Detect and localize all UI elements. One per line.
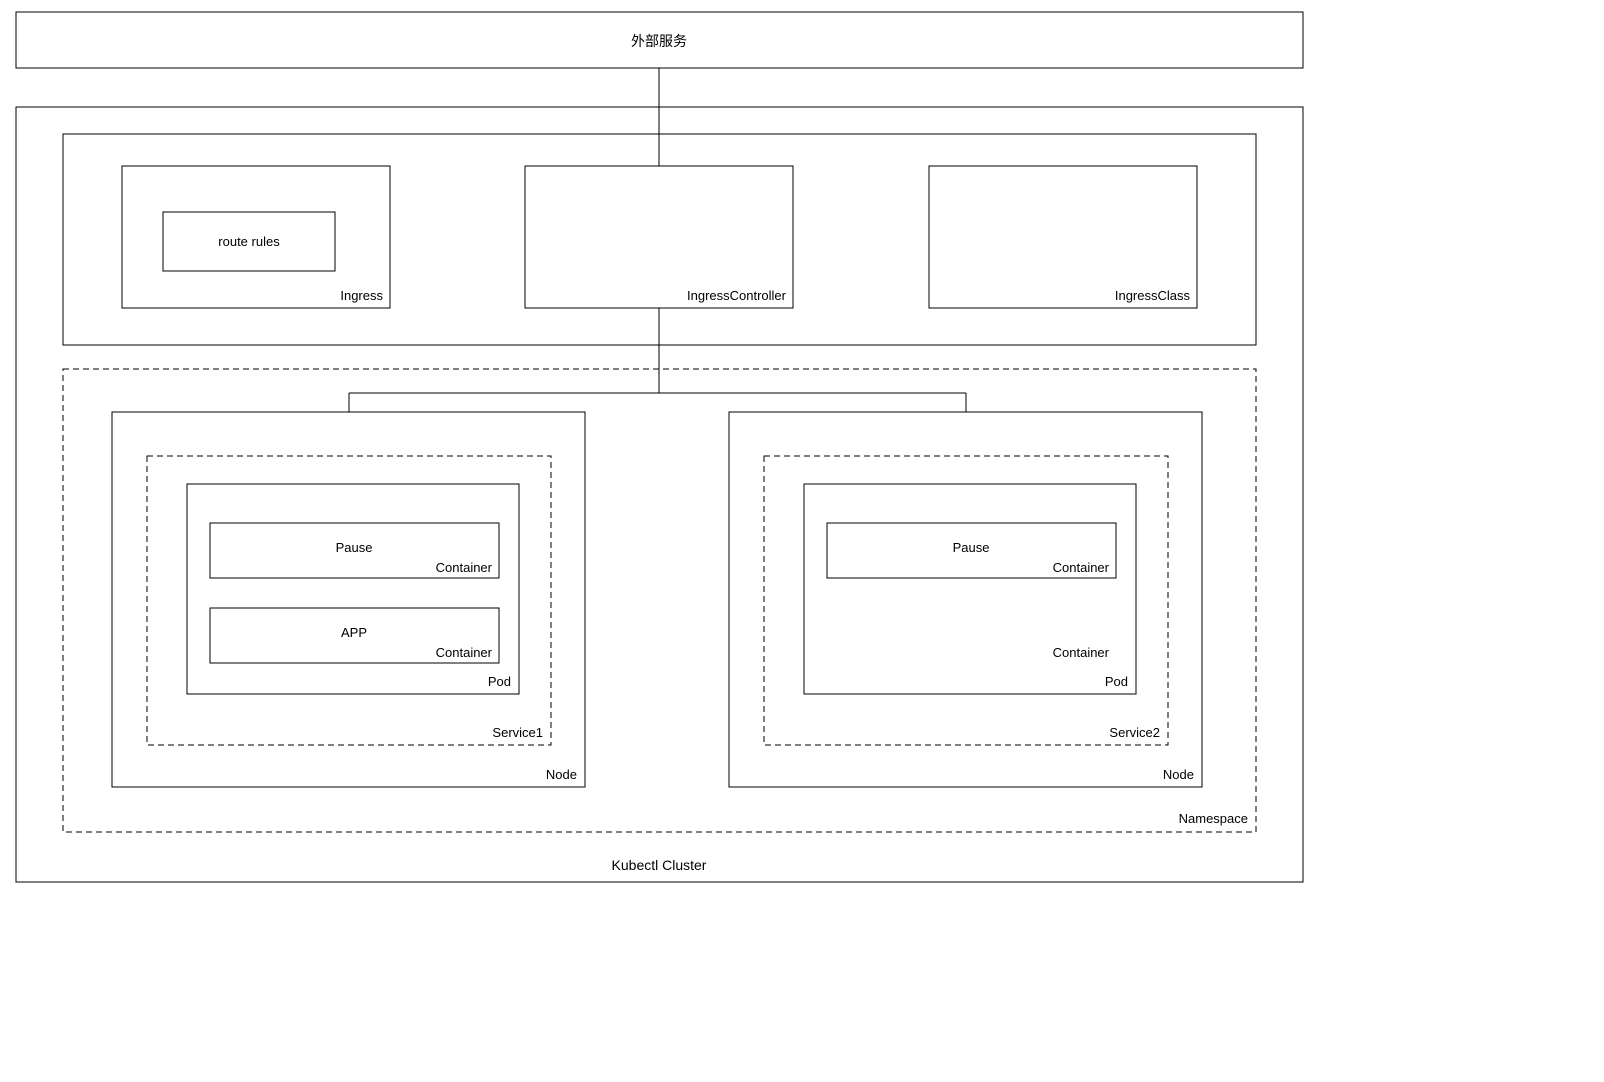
right-pod-label: Pod — [1105, 674, 1128, 689]
left-service-label: Service1 — [492, 725, 543, 740]
right-pause-container-label: Container — [1053, 560, 1110, 575]
right-service-label: Service2 — [1109, 725, 1160, 740]
left-pause-label: Pause — [336, 540, 373, 555]
namespace-box — [63, 369, 1256, 832]
right-service-box — [764, 456, 1168, 745]
external-service-label: 外部服务 — [631, 33, 687, 49]
right-second-container-label: Container — [1053, 645, 1110, 660]
kubernetes-architecture-diagram: 外部服务 Kubectl Cluster Ingress route rules… — [0, 0, 1604, 1082]
right-pause-label: Pause — [953, 540, 990, 555]
ingress-label: Ingress — [340, 288, 383, 303]
left-pod-label: Pod — [488, 674, 511, 689]
cluster-label: Kubectl Cluster — [612, 857, 707, 873]
route-rules-label: route rules — [218, 234, 280, 249]
right-node-label: Node — [1163, 767, 1194, 782]
left-node-label: Node — [546, 767, 577, 782]
left-pause-container-label: Container — [436, 560, 493, 575]
ingress-class-box — [929, 166, 1197, 308]
namespace-label: Namespace — [1179, 811, 1248, 826]
left-service-box — [147, 456, 551, 745]
ingress-class-label: IngressClass — [1115, 288, 1191, 303]
ingress-controller-box — [525, 166, 793, 308]
left-app-label: APP — [341, 625, 367, 640]
left-app-container-label: Container — [436, 645, 493, 660]
ingress-controller-label: IngressController — [687, 288, 787, 303]
cluster-box — [16, 107, 1303, 882]
right-pod-box — [804, 484, 1136, 694]
